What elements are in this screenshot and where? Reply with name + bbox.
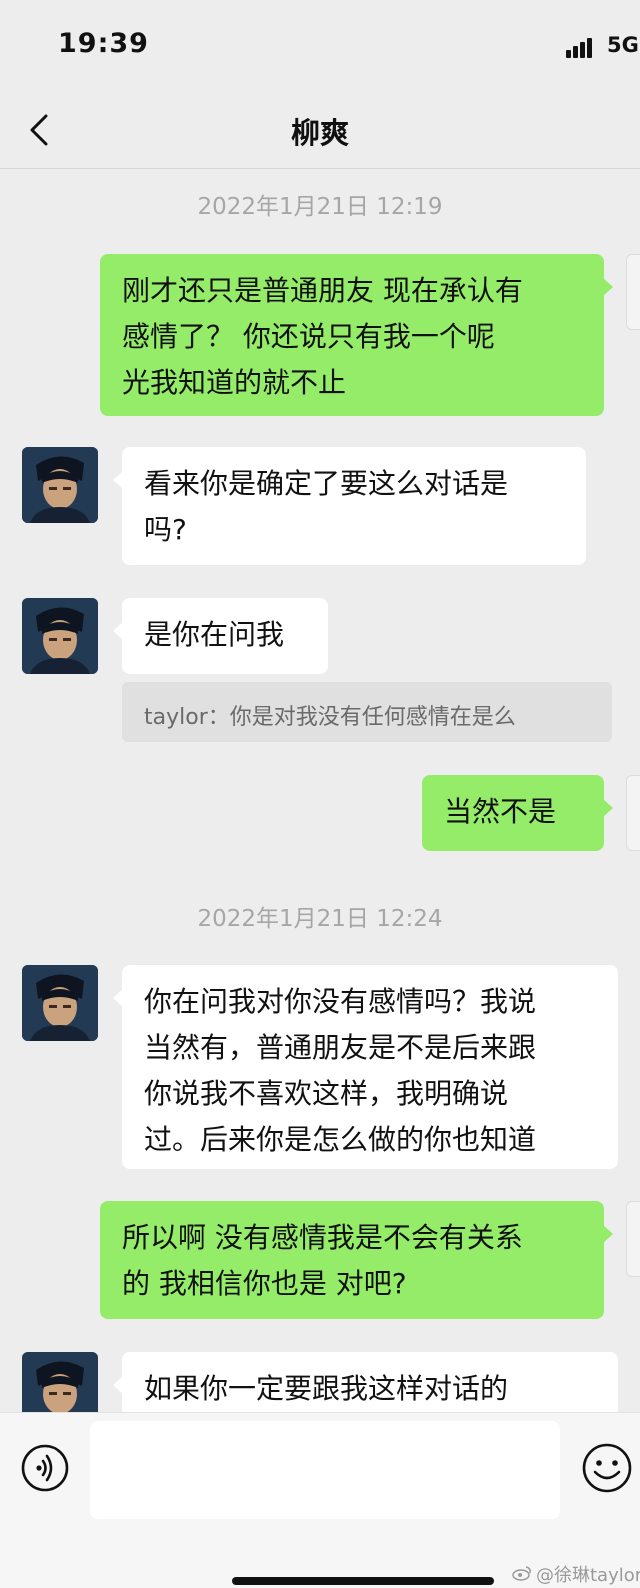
timestamp: 2022年1月21日 12:19 bbox=[197, 194, 443, 220]
quoted-message[interactable]: taylor：你是对我没有任何感情在是么 bbox=[122, 682, 612, 742]
timestamp: 2022年1月21日 12:24 bbox=[197, 906, 443, 932]
contact-avatar[interactable] bbox=[22, 598, 98, 674]
watermark: @徐琳taylor bbox=[512, 1561, 640, 1587]
message-outgoing[interactable]: 所以啊 没有感情我是不会有关系 的 我相信你也是 对吧? bbox=[100, 1201, 613, 1319]
emoji-icon bbox=[582, 1443, 632, 1493]
chat-header: 柳爽 bbox=[0, 92, 640, 169]
portrait-icon bbox=[22, 447, 98, 523]
voice-icon bbox=[21, 1444, 69, 1492]
message-input[interactable] bbox=[90, 1421, 560, 1519]
message-incoming[interactable]: 看来你是确定了要这么对话是 吗? bbox=[113, 447, 586, 565]
self-avatar[interactable] bbox=[626, 775, 640, 851]
weibo-icon bbox=[512, 1566, 531, 1581]
contact-avatar[interactable] bbox=[22, 965, 98, 1041]
message-incoming[interactable]: 如果你一定要跟我这样对话的 bbox=[113, 1352, 618, 1412]
emoji-button[interactable] bbox=[580, 1441, 634, 1495]
status-bar: 19:39 5G bbox=[0, 0, 640, 92]
portrait-icon bbox=[22, 965, 98, 1041]
contact-avatar[interactable] bbox=[22, 447, 98, 523]
voice-button[interactable] bbox=[20, 1443, 70, 1493]
chat-title: 柳爽 bbox=[290, 116, 349, 150]
contact-avatar[interactable] bbox=[22, 1352, 98, 1412]
self-avatar[interactable] bbox=[626, 254, 640, 330]
message-list[interactable]: 2022年1月21日 12:19 刚才还只是普通朋友 现在承认有 感情了？ 你还… bbox=[0, 169, 640, 1412]
message-outgoing[interactable]: 刚才还只是普通朋友 现在承认有 感情了？ 你还说只有我一个呢 光我知道的就不止 bbox=[100, 254, 613, 416]
message-outgoing[interactable]: 当然不是 bbox=[422, 775, 613, 851]
input-bar: @徐琳taylor bbox=[0, 1412, 640, 1588]
message-incoming[interactable]: 你在问我对你没有感情吗？我说 当然有，普通朋友是不是后来跟 你说我不喜欢这样，我… bbox=[113, 965, 618, 1169]
home-indicator bbox=[232, 1577, 494, 1585]
self-avatar[interactable] bbox=[626, 1201, 640, 1277]
signal-icon bbox=[566, 36, 598, 58]
portrait-icon bbox=[22, 1352, 98, 1412]
watermark-text: @徐琳taylor bbox=[536, 1565, 640, 1586]
network-type: 5G bbox=[607, 33, 639, 57]
message-incoming[interactable]: 是你在问我 bbox=[113, 598, 328, 674]
status-time: 19:39 bbox=[58, 28, 149, 59]
portrait-icon bbox=[22, 598, 98, 674]
